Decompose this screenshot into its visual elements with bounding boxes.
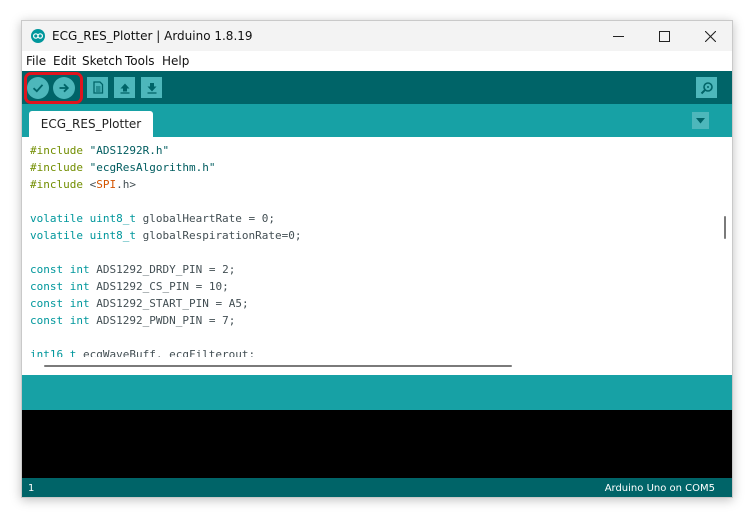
code-token: volatile bbox=[30, 229, 83, 242]
code-token: int bbox=[69, 263, 90, 276]
code-token: ADS1292_PWDN_PIN = 7; bbox=[89, 314, 236, 327]
tab-ecg-res-plotter[interactable]: ECG_RES_Plotter bbox=[29, 111, 153, 137]
console-output[interactable] bbox=[22, 410, 732, 478]
code-line[interactable]: #include <SPI.h> bbox=[30, 176, 302, 193]
tab-menu-button[interactable] bbox=[692, 112, 709, 129]
title-bar: ECG_RES_Plotter | Arduino 1.8.19 bbox=[22, 21, 732, 51]
menu-bar: File Edit Sketch Tools Help bbox=[22, 51, 732, 71]
serial-monitor-button[interactable] bbox=[696, 77, 717, 98]
code-token: uint8_t bbox=[89, 229, 136, 242]
new-icon bbox=[92, 81, 103, 94]
code-token: .h> bbox=[116, 178, 136, 191]
code-token: int bbox=[69, 280, 90, 293]
code-token: globalRespirationRate=0; bbox=[135, 229, 302, 242]
code-line[interactable]: const int ADS1292_PWDN_PIN = 7; bbox=[30, 312, 302, 329]
code-token: SPI bbox=[96, 178, 117, 191]
code-area[interactable]: #include "ADS1292R.h" #include "ecgResAlg… bbox=[30, 142, 302, 363]
maximize-icon bbox=[658, 30, 670, 42]
chevron-down-icon bbox=[696, 117, 705, 123]
minimize-icon bbox=[612, 35, 624, 37]
close-button[interactable] bbox=[687, 21, 732, 51]
close-icon bbox=[704, 30, 716, 42]
menu-file[interactable]: File bbox=[26, 54, 46, 68]
code-token: const bbox=[30, 314, 64, 327]
code-line[interactable]: const int ADS1292_DRDY_PIN = 2; bbox=[30, 261, 302, 278]
horizontal-scroll-thumb[interactable] bbox=[44, 365, 512, 367]
toolbar bbox=[22, 71, 732, 104]
code-token: const bbox=[30, 280, 64, 293]
code-token: ADS1292_START_PIN = A5; bbox=[89, 297, 249, 310]
code-token: ADS1292_CS_PIN = 10; bbox=[89, 280, 229, 293]
code-editor[interactable]: #include "ADS1292R.h" #include "ecgResAlg… bbox=[22, 137, 732, 375]
code-line[interactable]: const int ADS1292_CS_PIN = 10; bbox=[30, 278, 302, 295]
code-token: uint8_t bbox=[89, 212, 136, 225]
code-line[interactable]: #include "ecgResAlgorithm.h" bbox=[30, 159, 302, 176]
code-line[interactable] bbox=[30, 244, 302, 261]
code-token: "ADS1292R.h" bbox=[89, 144, 170, 157]
code-token: const bbox=[30, 263, 64, 276]
status-bar: 1 Arduino Uno on COM5 bbox=[22, 478, 732, 497]
serial-monitor-icon bbox=[700, 81, 713, 94]
window-title: ECG_RES_Plotter | Arduino 1.8.19 bbox=[52, 29, 253, 43]
line-number: 1 bbox=[28, 483, 35, 494]
tab-bar: ECG_RES_Plotter bbox=[22, 104, 732, 137]
code-line[interactable]: #include "ADS1292R.h" bbox=[30, 142, 302, 159]
tab-label: ECG_RES_Plotter bbox=[40, 117, 142, 131]
save-icon bbox=[147, 82, 156, 94]
vertical-scroll-thumb[interactable] bbox=[724, 216, 726, 239]
menu-tools[interactable]: Tools bbox=[125, 54, 155, 68]
code-line[interactable]: volatile uint8_t globalRespirationRate=0… bbox=[30, 227, 302, 244]
code-line[interactable]: volatile uint8_t globalHeartRate = 0; bbox=[30, 210, 302, 227]
arduino-ide-window: ECG_RES_Plotter | Arduino 1.8.19 File Ed… bbox=[21, 20, 733, 498]
code-token: int bbox=[69, 314, 90, 327]
message-area bbox=[22, 375, 732, 410]
minimize-button[interactable] bbox=[595, 21, 641, 51]
code-token: #include bbox=[30, 161, 83, 174]
code-token: < bbox=[82, 178, 97, 191]
open-icon bbox=[120, 83, 129, 94]
menu-sketch[interactable]: Sketch bbox=[82, 54, 122, 68]
menu-help[interactable]: Help bbox=[162, 54, 189, 68]
code-token: ADS1292_DRDY_PIN = 2; bbox=[89, 263, 236, 276]
code-line[interactable]: const int ADS1292_START_PIN = A5; bbox=[30, 295, 302, 312]
highlight-box bbox=[24, 72, 83, 104]
code-token: globalHeartRate = 0; bbox=[135, 212, 276, 225]
arduino-logo-icon bbox=[31, 29, 45, 43]
code-token: #include bbox=[30, 178, 83, 191]
new-sketch-button[interactable] bbox=[87, 77, 108, 98]
code-line[interactable] bbox=[30, 193, 302, 210]
maximize-button[interactable] bbox=[641, 21, 687, 51]
code-token: int bbox=[69, 297, 90, 310]
code-token: const bbox=[30, 297, 64, 310]
menu-edit[interactable]: Edit bbox=[53, 54, 76, 68]
code-token: "ecgResAlgorithm.h" bbox=[89, 161, 216, 174]
code-line[interactable] bbox=[30, 329, 302, 346]
vertical-scrollbar[interactable] bbox=[718, 137, 732, 375]
code-token: #include bbox=[30, 144, 83, 157]
code-token: volatile bbox=[30, 212, 83, 225]
board-port-info: Arduino Uno on COM5 bbox=[604, 483, 715, 494]
save-button[interactable] bbox=[141, 77, 162, 98]
open-button[interactable] bbox=[114, 77, 135, 98]
